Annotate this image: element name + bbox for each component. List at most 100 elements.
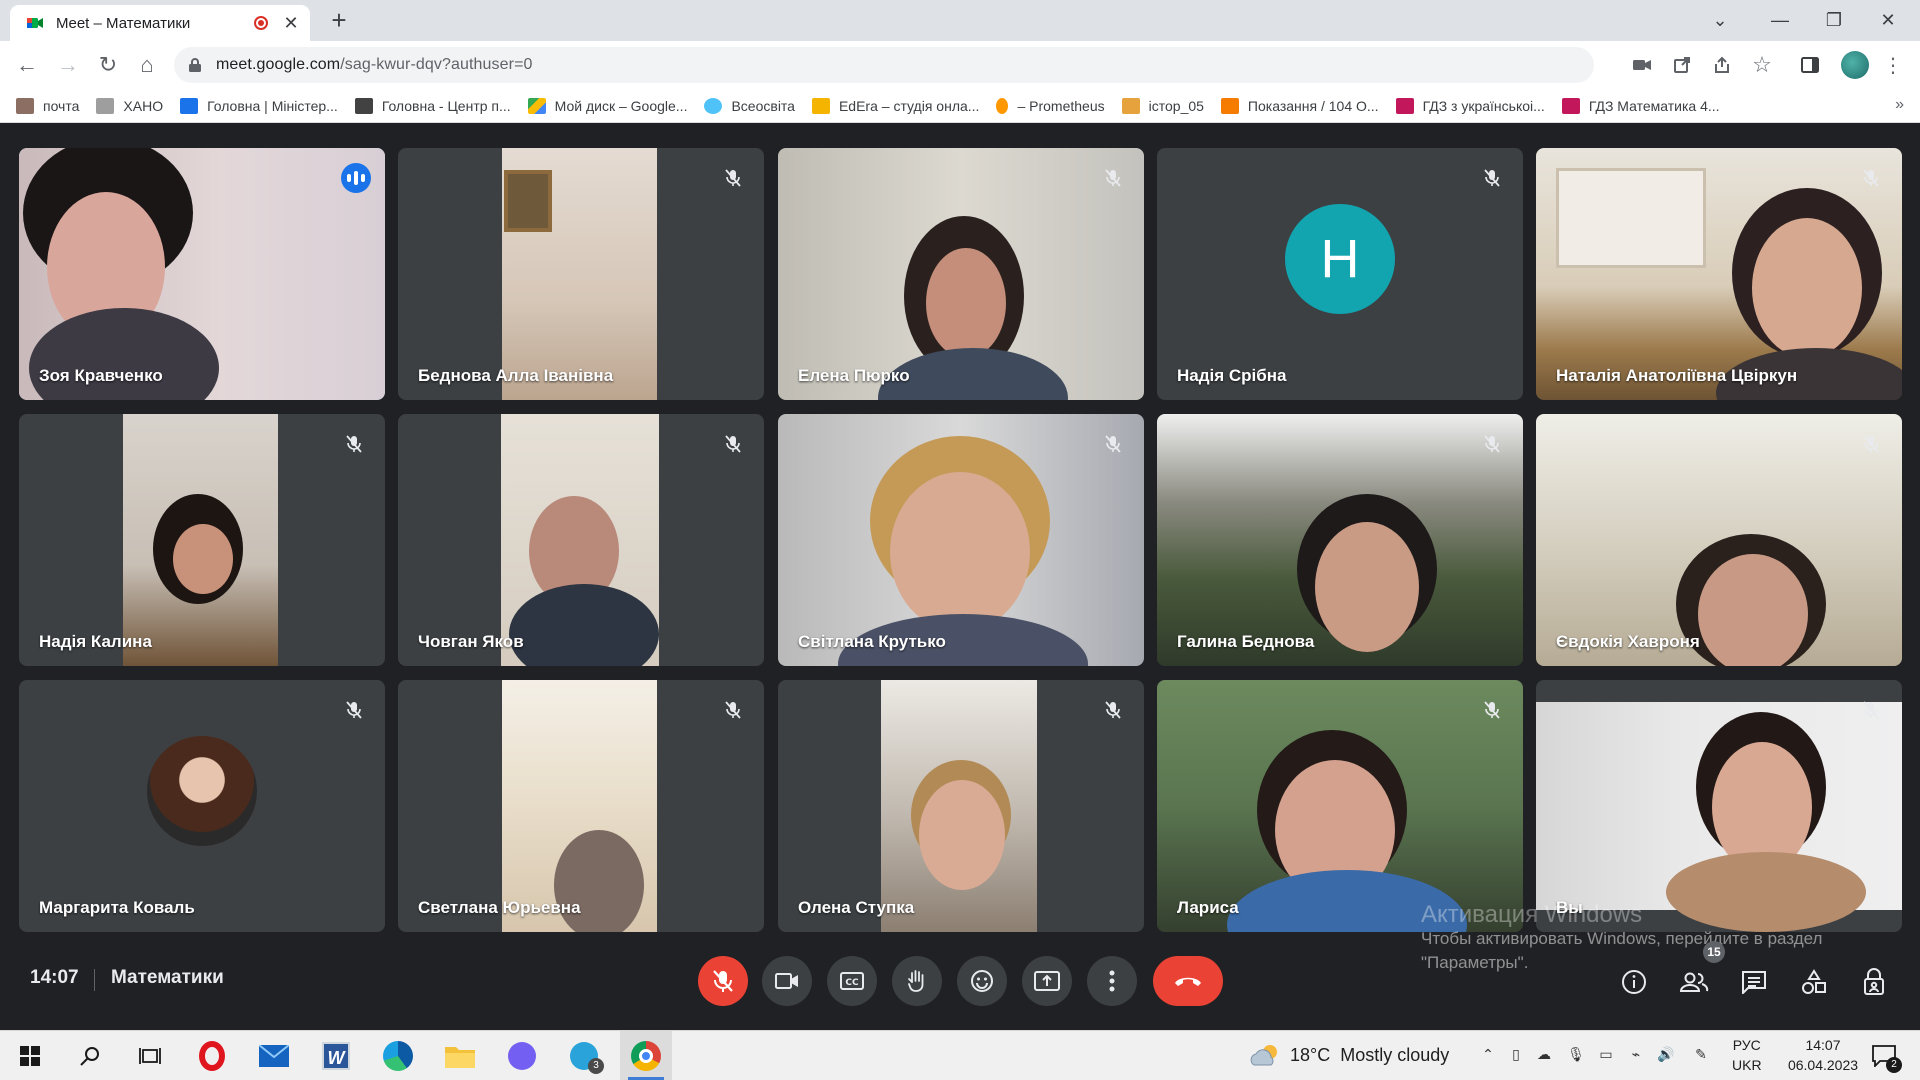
windows-logo-icon [20, 1046, 40, 1066]
more-vert-icon [1109, 970, 1115, 992]
onedrive-icon[interactable]: ☁ [1533, 1046, 1555, 1066]
new-tab-button[interactable]: + [325, 7, 353, 35]
task-view-button[interactable] [124, 1031, 176, 1080]
windows-taskbar: W 3 18°C Mostly cloudy ⌃ ▯ ☁ 🎙 ▭ ⌁ 🔊 ✎ Р… [0, 1030, 1920, 1080]
start-button[interactable] [4, 1031, 56, 1080]
bookmark-item[interactable]: почта [16, 97, 79, 114]
participant-tile[interactable]: Вы [1536, 680, 1902, 932]
captions-button[interactable]: CC [827, 956, 877, 1006]
bookmark-item[interactable]: Мой диск – Google... [527, 97, 687, 114]
phone-icon[interactable]: ▯ [1505, 1046, 1527, 1066]
taskbar-viber[interactable] [496, 1031, 548, 1080]
browser-tab-meet[interactable]: Meet – Математики ✕ [10, 5, 310, 41]
bookmark-item[interactable]: Головна - Центр п... [354, 97, 511, 114]
taskbar-mail[interactable] [248, 1031, 300, 1080]
search-button[interactable] [64, 1031, 116, 1080]
bookmark-favicon-icon [1220, 97, 1239, 114]
battery-icon[interactable]: ▭ [1595, 1046, 1617, 1066]
close-window-button[interactable]: ✕ [1868, 5, 1908, 35]
participant-tile[interactable]: Светлана Юрьевна [398, 680, 764, 932]
taskbar-explorer[interactable] [434, 1031, 486, 1080]
camera-toggle-button[interactable] [762, 956, 812, 1006]
reload-icon[interactable]: ↻ [93, 50, 123, 80]
participant-name: Беднова Алла Іванівна [418, 366, 614, 385]
bookmark-item[interactable]: Всеосвіта [704, 97, 795, 114]
notifications-button[interactable]: 2 [1858, 1031, 1910, 1080]
participant-name: Елена Пюрко [798, 366, 910, 385]
tab-search-icon[interactable]: ⌄ [1700, 5, 1740, 35]
bookmark-item[interactable]: – Prometheus [996, 97, 1105, 114]
show-hidden-icons-icon[interactable]: ⌃ [1477, 1046, 1499, 1066]
share-icon[interactable] [1709, 52, 1735, 78]
camera-in-use-icon[interactable] [1629, 52, 1655, 78]
participant-tile[interactable]: Світлана Крутько [778, 414, 1144, 666]
bookmark-item[interactable]: EdEra – студія онла... [811, 97, 979, 114]
speaking-indicator-icon [341, 163, 371, 193]
bookmark-item[interactable]: Головна | Міністер... [180, 97, 338, 114]
participant-name: Надія Калина [39, 632, 152, 651]
open-in-window-icon[interactable] [1669, 52, 1695, 78]
bookmark-item[interactable]: ХАНО [96, 97, 163, 114]
taskbar-word[interactable]: W [310, 1031, 362, 1080]
participant-name: Наталія Анатоліївна Цвіркун [1556, 366, 1798, 385]
side-panel-icon[interactable] [1797, 52, 1823, 78]
activities-button[interactable] [1798, 966, 1830, 998]
mic-off-icon [1858, 165, 1884, 191]
bookmark-item[interactable]: ГДЗ з українськоі... [1395, 97, 1545, 114]
participant-tile[interactable]: Н Надія Срібна [1157, 148, 1523, 400]
taskbar-telegram[interactable]: 3 [558, 1031, 610, 1080]
present-screen-button[interactable] [1022, 956, 1072, 1006]
participant-tile[interactable]: Галина Беднова [1157, 414, 1523, 666]
bookmark-favicon-icon [96, 97, 115, 114]
people-button[interactable] [1678, 966, 1710, 998]
tab-title: Meet – Математики [56, 14, 191, 32]
minimize-button[interactable]: — [1760, 5, 1800, 35]
home-icon[interactable]: ⌂ [132, 50, 162, 80]
address-bar[interactable]: meet.google.com/sag-kwur-dqv?authuser=0 [174, 47, 1594, 83]
reactions-button[interactable] [957, 956, 1007, 1006]
more-menu-icon[interactable]: ⋮ [1880, 52, 1906, 78]
language-indicator[interactable]: РУС UKR [1732, 1035, 1762, 1075]
participant-tile[interactable]: Маргарита Коваль [19, 680, 385, 932]
microphone-icon[interactable]: 🎙 [1565, 1046, 1587, 1066]
participant-tile[interactable]: Олена Ступка [778, 680, 1144, 932]
leave-call-button[interactable] [1153, 956, 1223, 1006]
more-options-button[interactable] [1087, 956, 1137, 1006]
participant-tile[interactable]: Човган Яков [398, 414, 764, 666]
mic-toggle-button[interactable] [698, 956, 748, 1006]
chat-button[interactable] [1738, 966, 1770, 998]
restore-button[interactable]: ❐ [1814, 5, 1854, 35]
taskbar-date: 06.04.2023 [1787, 1057, 1859, 1073]
date-time[interactable]: 14:07 06.04.2023 [1778, 1035, 1868, 1075]
bookmark-item[interactable]: Показання / 104 О... [1220, 97, 1379, 114]
taskbar-chrome[interactable] [620, 1031, 672, 1080]
participant-tile[interactable]: Зоя Кравченко [19, 148, 385, 400]
participant-tile[interactable]: Елена Пюрко [778, 148, 1144, 400]
network-icon[interactable]: ⌁ [1625, 1046, 1647, 1066]
weather-widget[interactable]: 18°C Mostly cloudy [1248, 1043, 1449, 1067]
profile-avatar[interactable] [1841, 51, 1869, 79]
participant-tile[interactable]: Наталія Анатоліївна Цвіркун [1536, 148, 1902, 400]
raise-hand-button[interactable] [892, 956, 942, 1006]
volume-icon[interactable]: 🔊 [1655, 1046, 1677, 1066]
close-tab-icon[interactable]: ✕ [282, 14, 300, 32]
bookmark-item[interactable]: істор_05 [1121, 97, 1204, 114]
more-bookmarks-icon[interactable]: » [1895, 96, 1904, 114]
meeting-details-button[interactable] [1618, 966, 1650, 998]
participants-grid: Зоя Кравченко Беднова Алла Іванівна Елен… [19, 148, 1902, 932]
forward-icon[interactable]: → [53, 50, 83, 80]
divider [94, 969, 95, 991]
host-controls-button[interactable] [1858, 966, 1890, 998]
bookmark-star-icon[interactable]: ☆ [1749, 52, 1775, 78]
bookmark-item[interactable]: ГДЗ Математика 4... [1561, 97, 1720, 114]
back-icon[interactable]: ← [12, 50, 42, 80]
taskbar-edge[interactable] [372, 1031, 424, 1080]
participant-tile[interactable]: Беднова Алла Іванівна [398, 148, 764, 400]
participant-tile[interactable]: Лариса [1157, 680, 1523, 932]
taskbar-opera[interactable] [186, 1031, 238, 1080]
hand-icon [908, 970, 924, 992]
mic-off-icon [341, 697, 367, 723]
participant-tile[interactable]: Євдокія Хавроня [1536, 414, 1902, 666]
participant-tile[interactable]: Надія Калина [19, 414, 385, 666]
pen-icon[interactable]: ✎ [1690, 1046, 1712, 1066]
